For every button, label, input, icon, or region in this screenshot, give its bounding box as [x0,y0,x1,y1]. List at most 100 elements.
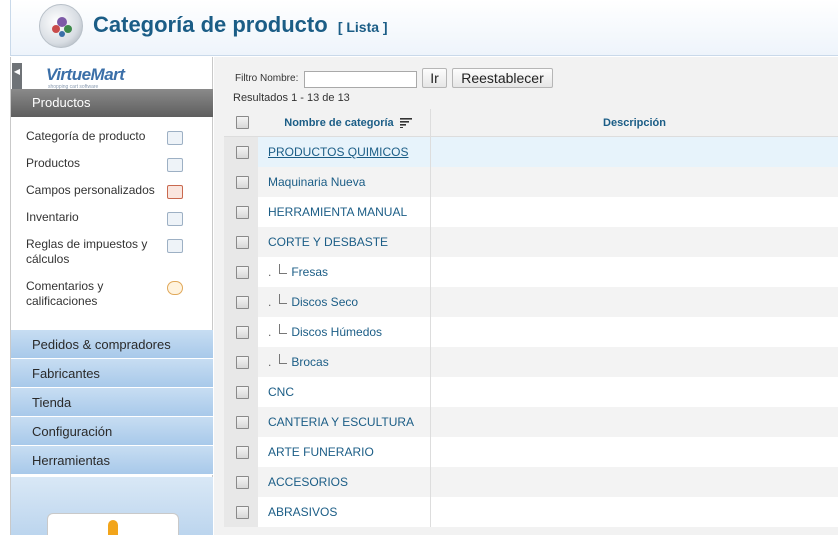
row-check-cell [224,497,258,527]
page-title: Categoría de producto [ Lista ] [93,12,388,38]
category-name-cell: CANTERIA Y ESCULTURA [258,407,430,437]
sidebar-item-label: Categoría de producto [26,129,146,143]
category-name-cell: PRODUCTOS QUIMICOS [258,137,430,167]
category-name-link[interactable]: Discos Seco [291,295,358,309]
main-content: Filtro Nombre: Ir Reestablecer Resultado… [214,57,838,535]
sidebar-item-categoria[interactable]: Categoría de producto [11,125,213,148]
row-check-cell [224,227,258,257]
page-header: Categoría de producto [ Lista ] [10,0,838,56]
sidebar-item-label: Reglas de impuestos y cálculos [26,237,148,266]
sidebar-groups: Pedidos & compradores Fabricantes Tienda… [11,330,213,475]
category-name-link[interactable]: Maquinaria Nueva [268,175,365,189]
table-row: . Discos Seco [224,287,838,317]
category-description-cell [430,317,838,347]
row-checkbox[interactable] [236,476,249,489]
category-name-link[interactable]: Fresas [291,265,328,279]
sidebar-item-label: Productos [26,156,81,170]
row-check-cell [224,257,258,287]
row-check-cell [224,317,258,347]
sidebar-group-herramientas[interactable]: Herramientas [11,446,213,475]
row-check-cell [224,197,258,227]
sidebar-item-label: Comentarios y calificaciones [26,279,104,308]
category-name-link[interactable]: ABRASIVOS [268,505,337,519]
category-name-link[interactable]: CNC [268,385,294,399]
table-body: PRODUCTOS QUIMICOS Maquinaria Nueva HERRAM… [224,137,838,527]
sidebar-group-tienda[interactable]: Tienda [11,388,213,417]
table-row: Maquinaria Nueva [224,167,838,197]
row-checkbox[interactable] [236,236,249,249]
category-description-cell [430,167,838,197]
row-check-cell [224,407,258,437]
row-check-cell [224,347,258,377]
category-description-cell [430,377,838,407]
sidebar-section-productos[interactable]: Productos [11,89,213,117]
row-checkbox[interactable] [236,386,249,399]
column-header-name[interactable]: Nombre de categoría [268,109,428,137]
sidebar-group-pedidos[interactable]: Pedidos & compradores [11,330,213,359]
page-title-text: Categoría de producto [93,12,328,37]
filter-name-input[interactable] [304,71,417,88]
flame-icon [108,520,118,535]
virtuemart-brand-text: VirtueMart [46,65,125,84]
row-checkbox[interactable] [236,146,249,159]
tree-indent: . [268,295,272,309]
promo-box [47,513,179,535]
category-name-cell: . Discos Seco [258,287,430,317]
select-all-checkbox[interactable] [236,116,249,129]
category-name-cell: . Fresas [258,257,430,287]
tree-branch-icon [279,324,288,334]
category-description-cell [430,407,838,437]
category-name-link[interactable]: CANTERIA Y ESCULTURA [268,415,414,429]
category-name-link[interactable]: PRODUCTOS QUIMICOS [268,145,408,159]
reset-button[interactable]: Reestablecer [452,68,553,88]
category-name-cell: ABRASIVOS [258,497,430,527]
table-row: ABRASIVOS [224,497,838,527]
category-description-cell [430,287,838,317]
row-checkbox[interactable] [236,506,249,519]
sidebar-item-campos[interactable]: Campos personalizados [11,179,213,202]
category-name-cell: HERRAMIENTA MANUAL [258,197,430,227]
column-header-description: Descripción [430,109,838,137]
table-row: CANTERIA Y ESCULTURA [224,407,838,437]
sidebar-group-fabricantes[interactable]: Fabricantes [11,359,213,388]
tree-indent: . [268,265,272,279]
table-row: HERRAMIENTA MANUAL [224,197,838,227]
row-checkbox[interactable] [236,176,249,189]
category-name-cell: CORTE Y DESBASTE [258,227,430,257]
category-name-link[interactable]: Brocas [291,355,328,369]
category-name-link[interactable]: HERRAMIENTA MANUAL [268,205,407,219]
select-all-cell [224,109,258,137]
category-description-cell [430,497,838,527]
category-description-cell [430,467,838,497]
category-description-cell [430,137,838,167]
go-button[interactable]: Ir [422,68,447,88]
row-checkbox[interactable] [236,206,249,219]
row-checkbox[interactable] [236,266,249,279]
sidebar-item-inventario[interactable]: Inventario [11,206,213,229]
table-row: CNC [224,377,838,407]
category-description-cell [430,197,838,227]
sidebar-item-comentarios[interactable]: Comentarios y calificaciones [11,275,213,313]
row-check-cell [224,467,258,497]
custom-fields-icon [167,185,183,199]
sidebar-item-label: Campos personalizados [26,183,155,197]
category-name-link[interactable]: ARTE FUNERARIO [268,445,374,459]
category-name-link[interactable]: ACCESORIOS [268,475,348,489]
row-checkbox[interactable] [236,446,249,459]
folder-icon [167,131,183,145]
table-row: ACCESORIOS [224,467,838,497]
row-checkbox[interactable] [236,326,249,339]
row-checkbox[interactable] [236,356,249,369]
row-check-cell [224,287,258,317]
category-name-link[interactable]: Discos Húmedos [291,325,382,339]
row-checkbox[interactable] [236,296,249,309]
sidebar-group-configuracion[interactable]: Configuración [11,417,213,446]
category-description-cell [430,437,838,467]
sidebar-item-impuestos[interactable]: Reglas de impuestos y cálculos [11,233,213,271]
row-checkbox[interactable] [236,416,249,429]
sidebar-item-productos[interactable]: Productos [11,152,213,175]
row-check-cell [224,437,258,467]
category-table: Nombre de categoría Descripción PRODUCTO… [224,109,838,527]
tree-branch-icon [279,354,288,364]
category-name-link[interactable]: CORTE Y DESBASTE [268,235,388,249]
